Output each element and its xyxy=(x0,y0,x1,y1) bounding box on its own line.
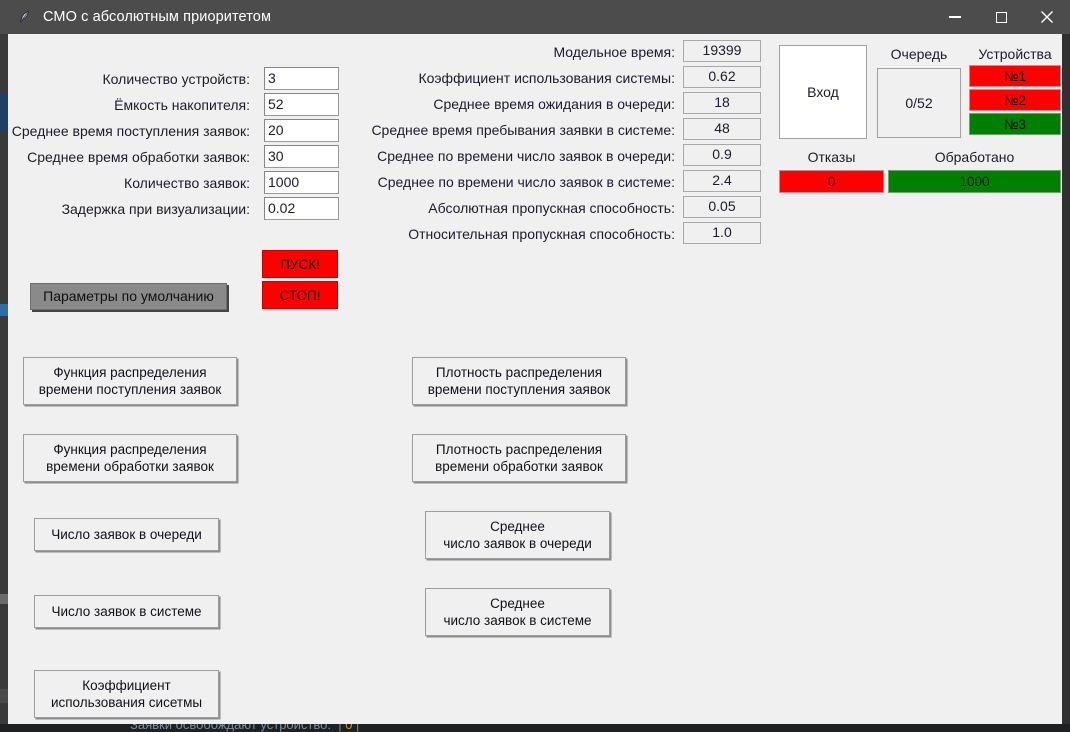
feather-icon xyxy=(17,9,33,25)
client-area: Количество устройств: Ёмкость накопителя… xyxy=(8,34,1062,724)
close-icon xyxy=(1041,11,1053,23)
edge-accent-3 xyxy=(0,594,8,604)
plot-service-cdf-button[interactable]: Функция распределения времени обработки … xyxy=(23,434,237,482)
queue-header: Очередь xyxy=(890,46,948,62)
label-buffer-capacity: Ёмкость накопителя: xyxy=(114,97,250,113)
window-left-edge xyxy=(0,34,8,732)
maximize-button[interactable] xyxy=(978,0,1024,34)
value-mean-system-len: 2.4 xyxy=(683,170,761,192)
value-mean-sojourn: 48 xyxy=(683,118,761,140)
value-mean-queue-len: 0.9 xyxy=(683,144,761,166)
window-title: СМО с абсолютным приоритетом xyxy=(43,9,272,25)
processed-header: Обработано xyxy=(934,149,1015,165)
value-abs-throughput: 0.05 xyxy=(683,196,761,218)
label-device-count: Количество устройств: xyxy=(102,71,250,87)
device-2: №2 xyxy=(969,89,1061,111)
label-mean-system-len: Среднее по времени число заявок в систем… xyxy=(377,174,675,190)
rejected-value: 0 xyxy=(779,170,884,193)
value-mean-wait: 18 xyxy=(683,92,761,114)
plot-system-length-button[interactable]: Число заявок в системе xyxy=(34,595,219,628)
console-line: Заявки освобождают устройство: | 0 | xyxy=(130,724,359,732)
value-utilization: 0.62 xyxy=(683,66,761,88)
label-rel-throughput: Относительная пропускная способность: xyxy=(408,226,675,242)
device-3: №3 xyxy=(969,113,1061,135)
input-source-box: Вход xyxy=(779,45,867,139)
edge-accent-2 xyxy=(0,304,8,316)
label-model-time: Модельное время: xyxy=(553,44,675,60)
device-1: №1 xyxy=(969,65,1061,87)
label-mean-wait: Среднее время ожидания в очереди: xyxy=(433,96,675,112)
label-utilization: Коэффициент использования системы: xyxy=(418,70,675,86)
stop-button[interactable]: СТОП! xyxy=(262,281,338,309)
label-visual-delay: Задержка при визуализации: xyxy=(61,201,250,217)
processed-value: 1000 xyxy=(888,170,1061,193)
label-mean-service: Среднее время обработки заявок: xyxy=(27,149,250,165)
maximize-icon xyxy=(995,11,1007,23)
value-model-time: 19399 xyxy=(683,40,761,62)
default-params-button[interactable]: Параметры по умолчанию xyxy=(30,283,227,310)
rejected-header: Отказы xyxy=(807,149,856,165)
label-mean-arrival: Среднее время поступления заявок: xyxy=(11,123,250,139)
console-text: Заявки освобождают устройство: xyxy=(130,724,331,732)
queue-box: 0/52 xyxy=(877,68,961,138)
label-request-count: Количество заявок: xyxy=(124,175,250,191)
minimize-button[interactable] xyxy=(932,0,978,34)
application-window: СМО с абсолютным приоритетом Количество … xyxy=(0,0,1070,732)
plot-arrival-cdf-button[interactable]: Функция распределения времени поступлени… xyxy=(23,357,237,405)
plot-utilization-button[interactable]: Коэффициент использования сисетмы xyxy=(34,670,219,718)
window-right-edge xyxy=(1062,34,1070,732)
start-button[interactable]: ПУСК! xyxy=(262,250,338,278)
value-rel-throughput: 1.0 xyxy=(683,222,761,244)
devices-header: Устройства xyxy=(978,46,1052,62)
plot-mean-queue-length-button[interactable]: Среднее число заявок в очереди xyxy=(425,511,610,559)
console-count: 0 xyxy=(345,724,353,732)
plot-queue-length-button[interactable]: Число заявок в очереди xyxy=(34,518,219,551)
label-abs-throughput: Абсолютная пропускная способность: xyxy=(428,200,675,216)
edge-accent-4 xyxy=(0,689,8,703)
minimize-icon xyxy=(949,16,961,18)
plot-arrival-pdf-button[interactable]: Плотность распределения времени поступле… xyxy=(412,357,626,405)
label-mean-sojourn: Среднее время пребывания заявки в систем… xyxy=(371,122,675,138)
console-strip: Заявки освобождают устройство: | 0 | xyxy=(0,724,1070,732)
title-bar: СМО с абсолютным приоритетом xyxy=(0,0,1070,34)
close-button[interactable] xyxy=(1024,0,1070,34)
label-mean-queue-len: Среднее по времени число заявок в очеред… xyxy=(377,148,675,164)
edge-accent-1 xyxy=(0,94,8,132)
plot-mean-system-length-button[interactable]: Среднее число заявок в системе xyxy=(425,588,610,636)
plot-service-pdf-button[interactable]: Плотность распределения времени обработк… xyxy=(412,434,626,482)
